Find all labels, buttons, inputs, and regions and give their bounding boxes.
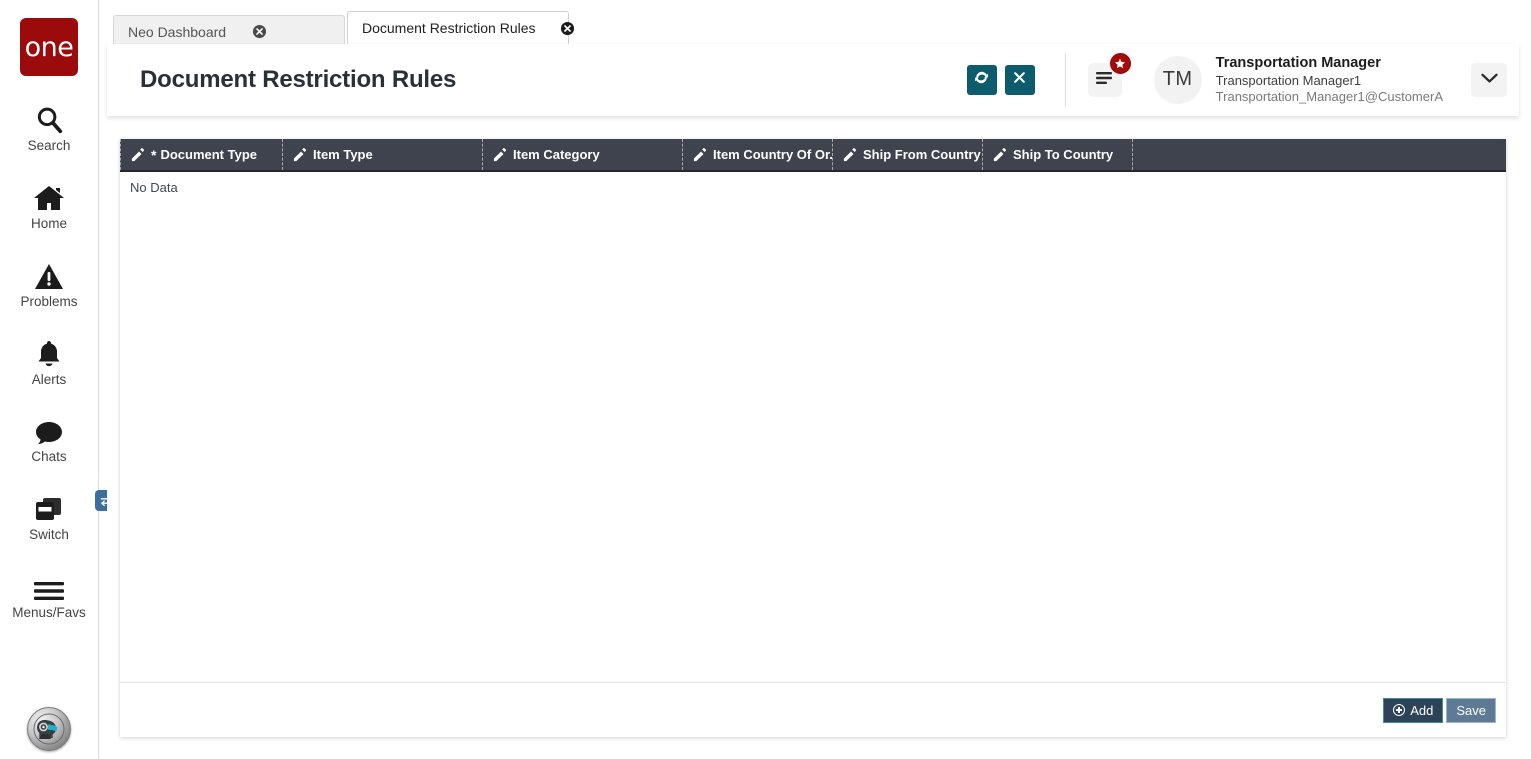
- rail-item-home[interactable]: Home: [0, 181, 99, 232]
- grid-column-document-type[interactable]: * Document Type: [120, 139, 282, 170]
- pencil-edit-icon: [293, 147, 307, 162]
- search-icon: [34, 103, 64, 135]
- tab-label: Neo Dashboard: [128, 23, 227, 40]
- grid-column-ship-from-country[interactable]: Ship From Country: [832, 139, 982, 170]
- add-button[interactable]: Add: [1383, 697, 1444, 723]
- pencil-edit-icon: [993, 147, 1007, 162]
- rail-label-menus-favs: Menus/Favs: [12, 605, 86, 621]
- add-button-label: Add: [1410, 702, 1434, 718]
- ai-assistant-avatar[interactable]: [27, 707, 71, 751]
- grid-column-label: Item Country Of Or...: [713, 147, 832, 162]
- grid-column-label: Item Type: [313, 147, 373, 162]
- close-page-button[interactable]: [1004, 65, 1035, 95]
- user-menu-toggle[interactable]: [1471, 63, 1507, 97]
- header-divider: [1064, 53, 1066, 107]
- warning-triangle-icon: [34, 259, 64, 291]
- pencil-edit-icon: [131, 147, 145, 162]
- rail-label-switch: Switch: [29, 527, 69, 543]
- home-icon: [33, 181, 65, 213]
- required-asterisk: *: [151, 146, 157, 163]
- save-button-label: Save: [1456, 702, 1486, 718]
- refresh-button[interactable]: [966, 65, 997, 95]
- bell-icon: [35, 337, 63, 369]
- grid-footer: Add Save: [120, 682, 1506, 737]
- page-title: Document Restriction Rules: [140, 66, 457, 93]
- header-actions: TM Transportation Manager Transportation…: [959, 53, 1519, 107]
- browser-tab-strip: Neo Dashboard Document Restriction Rules: [100, 0, 1531, 47]
- grid-empty-message: No Data: [130, 180, 178, 195]
- refresh-icon: [973, 69, 990, 91]
- user-text-block: Transportation Manager Transportation Ma…: [1216, 54, 1443, 106]
- switch-windows-icon: [33, 490, 116, 524]
- left-navigation-rail: one Search Home Problems Alerts Chats Sw…: [0, 0, 116, 759]
- rail-item-chats[interactable]: Chats: [0, 414, 99, 465]
- user-email: Transportation_Manager1@CustomerA: [1215, 89, 1443, 105]
- hamburger-menu-icon: [1095, 71, 1114, 90]
- page-header: Document Restriction Rules TM Transporta…: [107, 44, 1519, 116]
- pencil-edit-icon: [493, 147, 507, 162]
- chevron-down-icon: [1480, 71, 1498, 89]
- rail-item-alerts[interactable]: Alerts: [0, 337, 99, 388]
- grid-column-label: Ship To Country: [1013, 147, 1114, 162]
- close-x-icon: [1012, 70, 1027, 90]
- grid-column-item-type[interactable]: Item Type: [282, 139, 482, 170]
- menu-favorites-button[interactable]: [1087, 53, 1131, 97]
- rail-label-problems: Problems: [20, 293, 78, 309]
- tab-label: Document Restriction Rules: [362, 20, 536, 36]
- grid-header-row: * Document Type Item Type Item Category: [120, 139, 1506, 172]
- rail-label-alerts: Alerts: [31, 371, 67, 387]
- tab-neo-dashboard[interactable]: Neo Dashboard: [113, 15, 345, 47]
- rail-item-search[interactable]: Search: [0, 103, 99, 154]
- grid-column-item-country-of-origin[interactable]: Item Country Of Or...: [682, 139, 832, 170]
- rail-label-home: Home: [30, 215, 67, 231]
- user-avatar: TM: [1153, 55, 1202, 104]
- grid-column-item-category[interactable]: Item Category: [482, 139, 682, 170]
- save-button[interactable]: Save: [1446, 697, 1496, 723]
- rail-label-search: Search: [27, 138, 71, 153]
- favorites-star-badge: [1109, 53, 1131, 74]
- rail-label-chats: Chats: [31, 449, 67, 465]
- close-circle-icon[interactable]: [252, 24, 267, 39]
- chat-bubble-icon: [34, 414, 64, 446]
- hamburger-icon: [34, 570, 64, 602]
- user-profile-block[interactable]: TM Transportation Manager Transportation…: [1153, 54, 1443, 106]
- pencil-edit-icon: [843, 147, 857, 162]
- tab-document-restriction-rules[interactable]: Document Restriction Rules: [347, 11, 574, 47]
- user-name: Transportation Manager1: [1215, 72, 1362, 88]
- document-restriction-rules-grid: * Document Type Item Type Item Category: [120, 139, 1506, 737]
- rail-item-menus-favs[interactable]: Menus/Favs: [0, 570, 99, 621]
- grid-body: No Data: [120, 172, 1506, 682]
- grid-column-ship-to-country[interactable]: Ship To Country: [982, 139, 1132, 170]
- grid-column-label: Item Category: [513, 147, 600, 162]
- plus-circle-icon: [1393, 704, 1406, 716]
- grid-column-filler: [1132, 139, 1506, 170]
- grid-column-label: Ship From Country: [863, 147, 981, 162]
- pencil-edit-icon: [693, 147, 707, 162]
- rail-item-switch[interactable]: Switch: [0, 490, 116, 543]
- grid-column-label: Document Type: [160, 147, 258, 162]
- close-circle-icon[interactable]: [560, 21, 575, 36]
- main-panel: Document Restriction Rules TM Transporta…: [107, 44, 1519, 737]
- brand-logo[interactable]: one: [20, 18, 78, 76]
- user-role: Transportation Manager: [1215, 55, 1381, 72]
- rail-item-problems[interactable]: Problems: [0, 259, 99, 310]
